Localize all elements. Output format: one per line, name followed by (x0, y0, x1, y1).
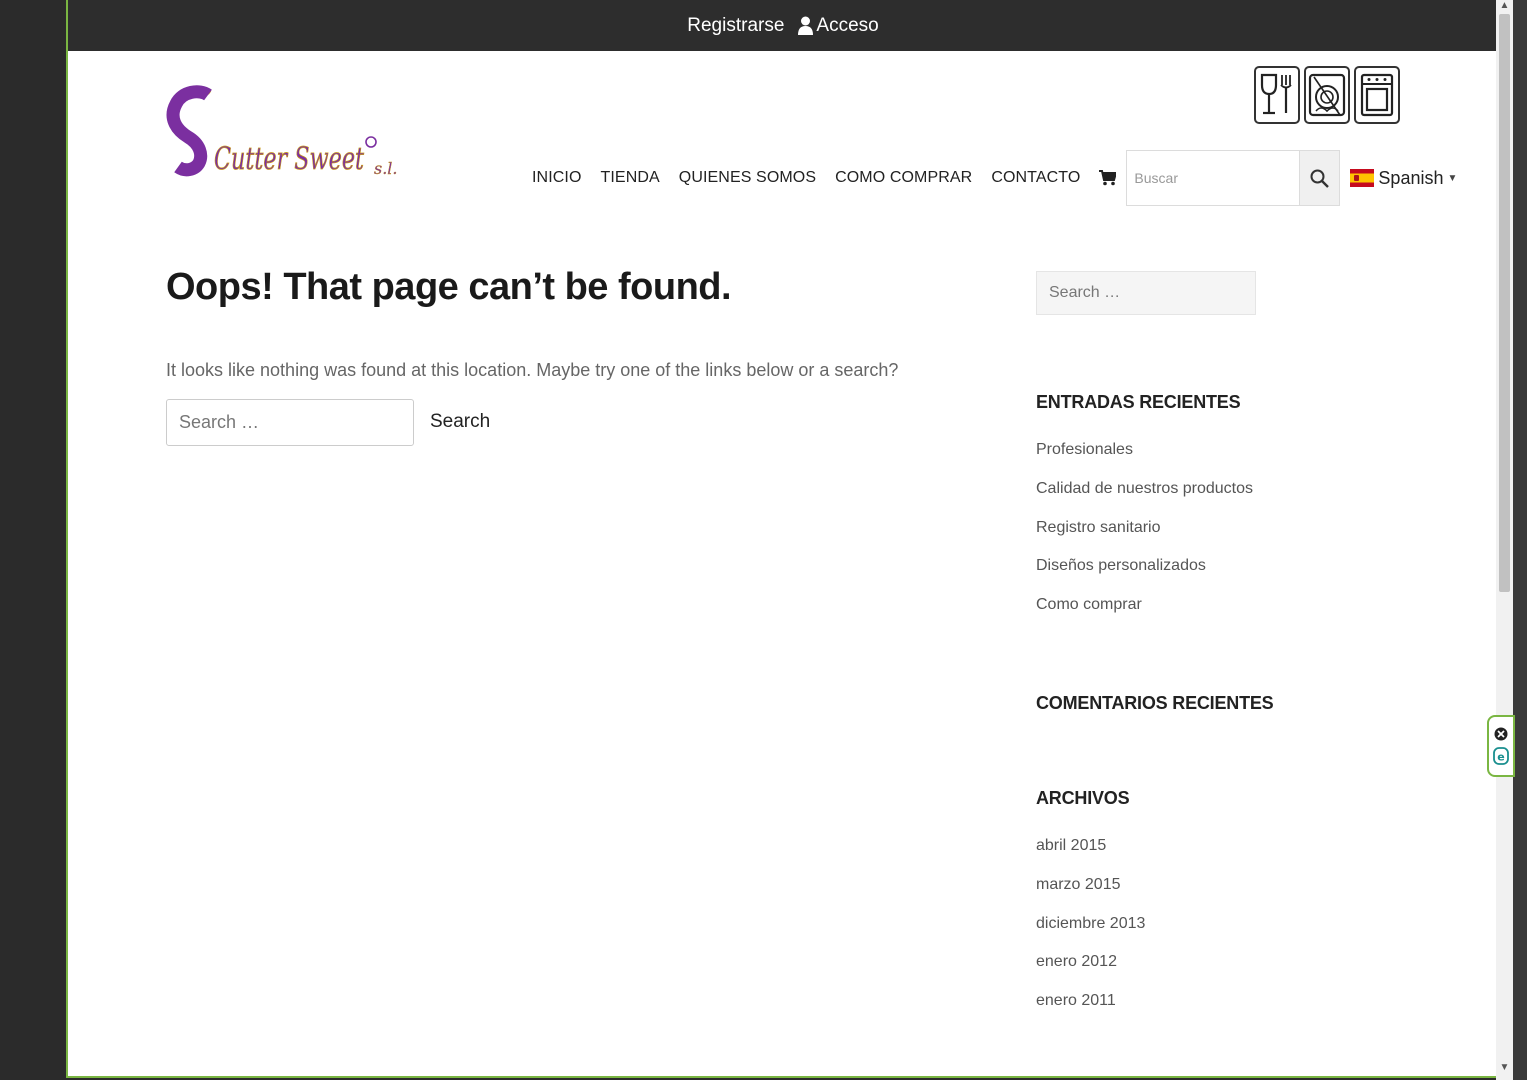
page-scrollbar[interactable]: ▲ ▼ (1496, 0, 1513, 1080)
oven-safe-icon (1360, 73, 1394, 117)
archives-title: ARCHIVOS (1036, 788, 1130, 808)
archive-link[interactable]: enero 2011 (1036, 992, 1145, 1031)
nav-item-contacto[interactable]: CONTACTO (991, 169, 1080, 187)
browser-page: Registrarse Acceso Cutter Sweet s.l. INI… (66, 0, 1498, 1078)
archive-link[interactable]: marzo 2015 (1036, 876, 1145, 915)
nav-item-quienes-somos[interactable]: QUIENES SOMOS (679, 169, 816, 187)
recent-posts-list: Profesionales Calidad de nuestros produc… (1036, 441, 1253, 635)
scroll-down-arrow-icon[interactable]: ▼ (1496, 1062, 1513, 1076)
side-panel-strip (1513, 0, 1527, 1080)
header-search-input[interactable] (1127, 151, 1300, 205)
not-found-message: It looks like nothing was found at this … (166, 360, 899, 380)
left-gutter (0, 0, 67, 1080)
spain-flag-icon (1350, 169, 1375, 187)
badge-oven (1354, 66, 1400, 124)
archives-list: abril 2015 marzo 2015 diciembre 2013 ene… (1036, 837, 1145, 1031)
login-label: Acceso (816, 14, 879, 36)
scroll-up-arrow-icon[interactable]: ▲ (1496, 0, 1513, 14)
user-icon (798, 16, 814, 35)
sidebar-search-input[interactable] (1036, 271, 1256, 315)
recent-post-link[interactable]: Diseños personalizados (1036, 557, 1253, 596)
dishwasher-safe-icon (1308, 73, 1346, 117)
login-link[interactable]: Acceso (798, 14, 879, 37)
svg-text:e: e (1497, 751, 1504, 764)
language-label: Spanish (1378, 167, 1444, 188)
e-badge-icon[interactable]: e (1493, 747, 1509, 765)
recent-post-link[interactable]: Como comprar (1036, 596, 1253, 635)
recent-post-link[interactable]: Registro sanitario (1036, 519, 1253, 558)
svg-text:Cutter Sweet: Cutter Sweet (214, 141, 364, 177)
badge-food (1254, 66, 1300, 124)
archive-link[interactable]: abril 2015 (1036, 837, 1145, 876)
product-badges (1254, 66, 1400, 124)
food-safe-icon (1260, 73, 1292, 115)
recent-post-link[interactable]: Profesionales (1036, 441, 1253, 480)
top-bar: Registrarse Acceso (68, 0, 1498, 51)
search-icon (1310, 169, 1330, 188)
nav-item-inicio[interactable]: INICIO (532, 169, 582, 187)
recent-comments-title: COMENTARIOS RECIENTES (1036, 693, 1274, 713)
cart-button[interactable] (1099, 170, 1117, 186)
register-link[interactable]: Registrarse (687, 15, 784, 37)
archive-link[interactable]: diciembre 2013 (1036, 915, 1145, 954)
logo-image: Cutter Sweet s.l. (166, 85, 398, 178)
shopping-cart-icon (1099, 170, 1117, 186)
header-search (1126, 150, 1341, 206)
recent-post-link[interactable]: Calidad de nuestros productos (1036, 480, 1253, 519)
language-selector[interactable]: Spanish ▼ (1350, 168, 1457, 189)
main-nav: INICIO TIENDA QUIENES SOMOS COMO COMPRAR… (532, 150, 1457, 206)
scrollbar-thumb[interactable] (1499, 14, 1510, 592)
page-title: Oops! That page can’t be found. (166, 266, 732, 308)
nav-item-tienda[interactable]: TIENDA (601, 169, 660, 187)
svg-text:s.l.: s.l. (374, 159, 398, 178)
caret-down-icon: ▼ (1447, 172, 1458, 184)
main-search-button[interactable]: Search (430, 411, 490, 433)
archive-link[interactable]: enero 2012 (1036, 953, 1145, 992)
recent-posts-title: ENTRADAS RECIENTES (1036, 392, 1241, 412)
nav-item-como-comprar[interactable]: COMO COMPRAR (835, 169, 972, 187)
header-search-button[interactable] (1299, 151, 1340, 205)
floating-widget: e (1487, 715, 1515, 777)
badge-dishwasher (1304, 66, 1350, 124)
site-logo[interactable]: Cutter Sweet s.l. (166, 85, 406, 180)
close-icon[interactable] (1494, 727, 1508, 741)
main-search-input[interactable] (166, 399, 414, 446)
